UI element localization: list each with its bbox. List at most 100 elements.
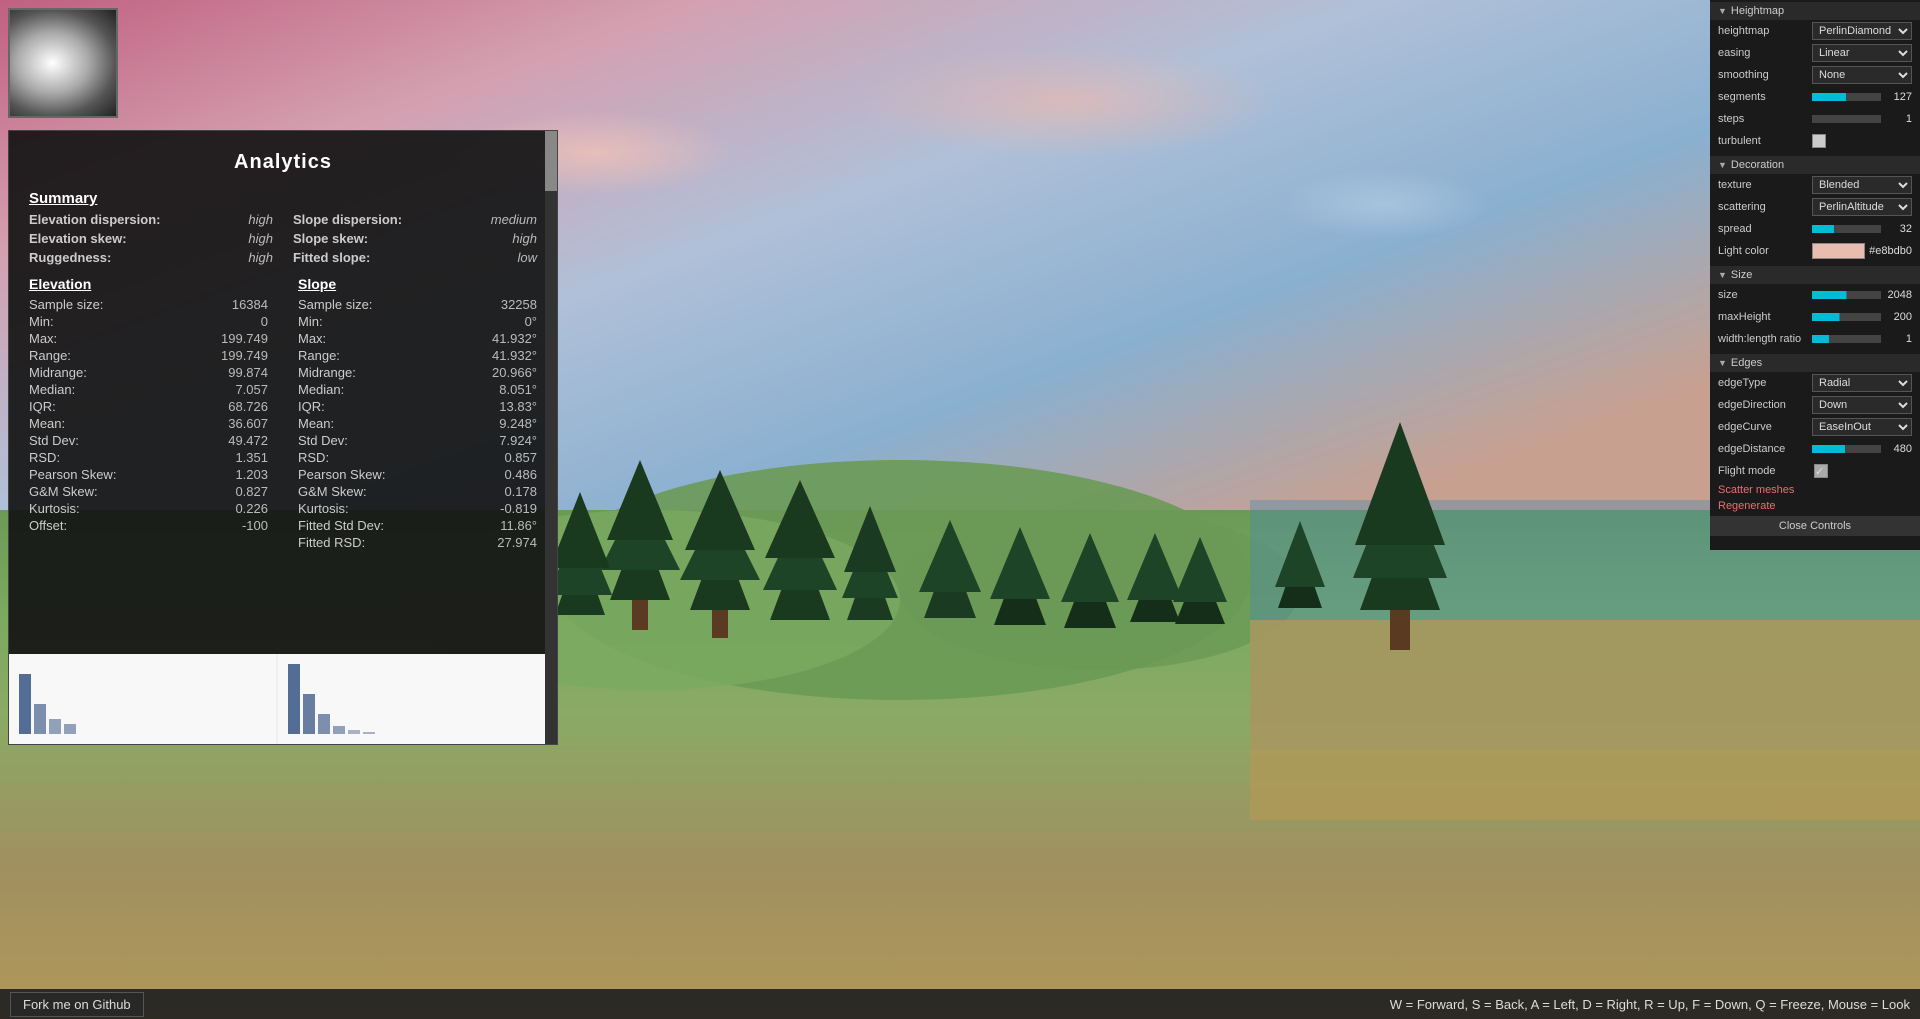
stat-value: -0.819 (500, 501, 537, 516)
steps-slider-container: 1 (1812, 113, 1912, 125)
size-slider-container: 2048 (1812, 289, 1912, 301)
scattering-row: scattering PerlinAltitude Altitude None (1710, 196, 1920, 218)
turbulent-checkbox[interactable] (1812, 134, 1826, 148)
fork-github-button[interactable]: Fork me on Github (10, 992, 144, 1017)
stat-value: 8.051° (499, 382, 537, 397)
stat-row: G&M Skew:0.178 (298, 483, 537, 500)
stat-label: Sample size: (298, 297, 372, 312)
summary-label: Slope dispersion: (293, 212, 402, 227)
segments-row: segments 127 (1710, 86, 1920, 108)
spread-slider[interactable] (1812, 225, 1881, 233)
segments-slider-container: 127 (1812, 91, 1912, 103)
stat-row: Range:41.932° (298, 347, 537, 364)
scattering-select[interactable]: PerlinAltitude Altitude None (1812, 198, 1912, 216)
size-slider[interactable] (1812, 291, 1881, 299)
heightmap-select[interactable]: PerlinDiamond Diamond Perlin Flat (1812, 22, 1912, 40)
edges-section-label: ▼ Edges (1710, 354, 1920, 372)
stat-row: IQR:13.83° (298, 398, 537, 415)
stats-container: Elevation Sample size:16384Min:0Max:199.… (29, 276, 537, 551)
controls-panel: ▼ Heightmap heightmap PerlinDiamond Diam… (1710, 0, 1920, 550)
slope-header: Slope (298, 276, 537, 292)
elevation-stats: Elevation Sample size:16384Min:0Max:199.… (29, 276, 268, 551)
summary-row: Elevation skew:high (29, 230, 273, 247)
edge-distance-value: 480 (1884, 443, 1912, 455)
light-color-row: Light color #e8bdb0 (1710, 240, 1920, 262)
spread-label: spread (1718, 223, 1808, 235)
stat-label: Midrange: (298, 365, 356, 380)
stat-label: G&M Skew: (29, 484, 98, 499)
flight-mode-checkbox[interactable]: ✓ (1814, 464, 1828, 478)
easing-label: easing (1718, 47, 1808, 59)
summary-value: high (248, 212, 273, 227)
stat-label: Kurtosis: (29, 501, 80, 516)
stat-label: Std Dev: (298, 433, 348, 448)
edge-distance-slider-container: 480 (1812, 443, 1912, 455)
summary-row: Slope skew:high (293, 230, 537, 247)
stat-value: 0.486 (504, 467, 537, 482)
summary-label: Slope skew: (293, 231, 368, 246)
maxheight-slider[interactable] (1812, 313, 1881, 321)
edge-type-select[interactable]: Radial Linear None (1812, 374, 1912, 392)
regenerate-button[interactable]: Regenerate (1710, 498, 1920, 514)
summary-label: Elevation dispersion: (29, 212, 160, 227)
width-length-slider[interactable] (1812, 335, 1881, 343)
stat-label: Mean: (298, 416, 334, 431)
stat-label: Median: (298, 382, 344, 397)
edges-arrow: ▼ (1718, 358, 1727, 368)
steps-slider[interactable] (1812, 115, 1881, 123)
edge-curve-row: edgeCurve EaseInOut Linear EaseIn EaseOu… (1710, 416, 1920, 438)
texture-select[interactable]: Blended Grass Rock Sand (1812, 176, 1912, 194)
stat-value: 0.827 (235, 484, 268, 499)
stat-label: Kurtosis: (298, 501, 349, 516)
scatter-meshes-button[interactable]: Scatter meshes (1710, 482, 1920, 498)
width-length-value: 1 (1884, 333, 1912, 345)
close-controls-button[interactable]: Close Controls (1710, 516, 1920, 536)
analytics-title: Analytics (29, 141, 537, 182)
elevation-header: Elevation (29, 276, 268, 292)
stat-label: Fitted RSD: (298, 535, 365, 550)
summary-grid: Elevation dispersion: high Slope dispersio… (29, 211, 537, 266)
light-color-swatch[interactable] (1812, 243, 1865, 259)
width-length-slider-container: 1 (1812, 333, 1912, 345)
decoration-section: ▼ Decoration texture Blended Grass Rock … (1710, 154, 1920, 264)
stat-label: Midrange: (29, 365, 87, 380)
summary-label: Fitted slope: (293, 250, 370, 265)
summary-row: Slope dispersion:medium (293, 211, 537, 228)
segments-slider[interactable] (1812, 93, 1881, 101)
edges-section-title: Edges (1731, 357, 1762, 369)
stat-row: Std Dev:7.924° (298, 432, 537, 449)
edge-direction-select[interactable]: Down Up (1812, 396, 1912, 414)
edge-type-label: edgeType (1718, 377, 1808, 389)
stat-label: Fitted Std Dev: (298, 518, 384, 533)
scrollbar-thumb[interactable] (545, 131, 557, 191)
stat-value: 0° (525, 314, 537, 329)
stat-row: G&M Skew: 0.827 (29, 483, 268, 500)
stat-value: 199.749 (221, 331, 268, 346)
summary-header: Summary (29, 190, 537, 207)
edge-curve-select[interactable]: EaseInOut Linear EaseIn EaseOut (1812, 418, 1912, 436)
stat-row: Sample size:32258 (298, 296, 537, 313)
edge-distance-row: edgeDistance 480 (1710, 438, 1920, 460)
stat-row: Fitted RSD:27.974 (298, 534, 537, 551)
width-length-label: width:length ratio (1718, 333, 1808, 345)
summary-value: high (248, 250, 273, 265)
stat-row: Mean:9.248° (298, 415, 537, 432)
stat-row: Min:0° (298, 313, 537, 330)
smoothing-row: smoothing None Low Medium High (1710, 64, 1920, 86)
smoothing-select[interactable]: None Low Medium High (1812, 66, 1912, 84)
size-label: size (1718, 289, 1808, 301)
heightmap-label: heightmap (1718, 25, 1808, 37)
stat-row: Mean:36.607 (29, 415, 268, 432)
analytics-panel: Analytics Summary Elevation dispersion: h… (8, 130, 558, 745)
analytics-scrollbar[interactable] (545, 131, 557, 744)
summary-value: low (517, 250, 537, 265)
maxheight-label: maxHeight (1718, 311, 1808, 323)
size-arrow: ▼ (1718, 270, 1727, 280)
stat-label: Pearson Skew: (29, 467, 116, 482)
stat-row: Max:41.932° (298, 330, 537, 347)
spread-value: 32 (1884, 223, 1912, 235)
easing-select[interactable]: Linear EaseIn EaseOut EaseInOut (1812, 44, 1912, 62)
edge-distance-slider[interactable] (1812, 445, 1881, 453)
decoration-section-title: Decoration (1731, 159, 1784, 171)
edge-distance-label: edgeDistance (1718, 443, 1808, 455)
